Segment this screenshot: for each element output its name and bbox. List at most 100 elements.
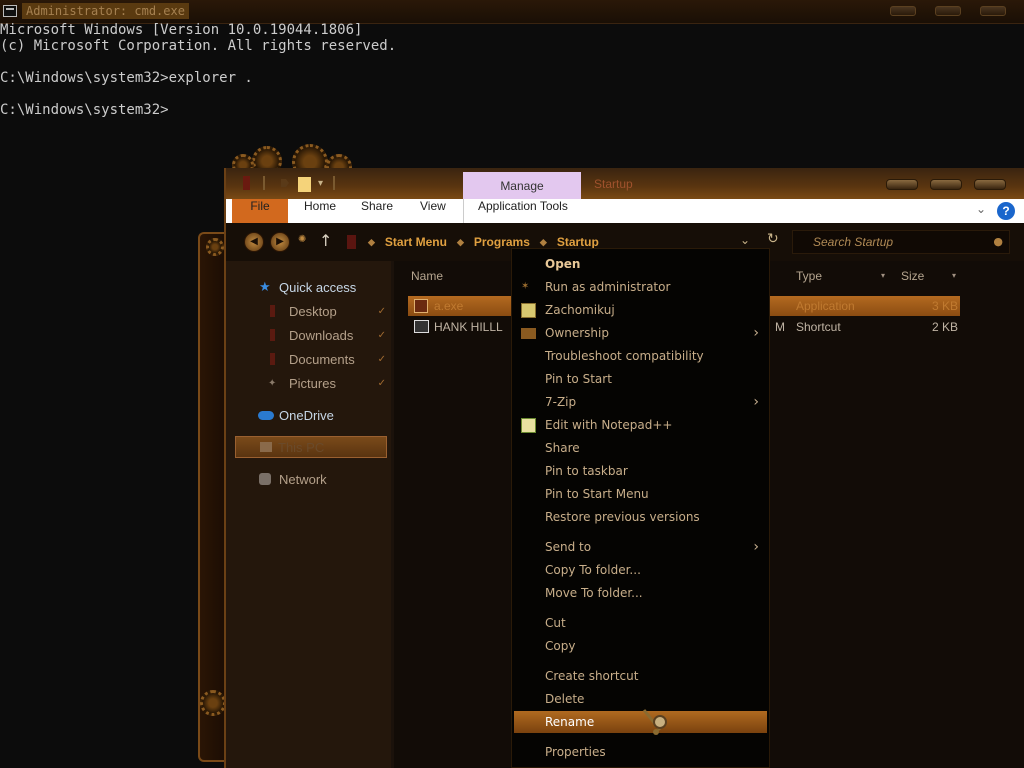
address-dropdown-icon[interactable]: ⌄ — [740, 233, 750, 247]
menu-item-pin-to-taskbar[interactable]: Pin to taskbar — [512, 460, 769, 482]
menu-item-label: Edit with Notepad++ — [545, 418, 673, 432]
up-arrow-icon[interactable]: ↑ — [319, 231, 332, 250]
new-folder-icon[interactable] — [280, 176, 290, 190]
menu-item-share[interactable]: Share — [512, 437, 769, 459]
console-line: C:\Windows\system32> — [0, 102, 169, 118]
navigation-pane: ★ Quick access Desktop ✓ Downloads ✓ Doc… — [226, 261, 391, 768]
breadcrumb-separator-icon[interactable]: ◆ — [540, 237, 547, 248]
nav-label: Downloads — [289, 327, 354, 343]
file-type: Shortcut — [796, 320, 841, 334]
search-input[interactable] — [793, 231, 973, 253]
menu-item-run-as-administrator[interactable]: ✶ Run as administrator — [512, 276, 769, 298]
help-icon[interactable]: ? — [997, 202, 1015, 220]
pin-icon: ✓ — [377, 305, 386, 317]
menu-item-restore-previous-versions[interactable]: Restore previous versions — [512, 506, 769, 528]
nav-this-pc[interactable]: This PC — [235, 436, 387, 458]
qat-dropdown-icon[interactable]: ▾ — [318, 178, 323, 189]
pictures-icon: ✦ — [268, 377, 277, 389]
menu-item-create-shortcut[interactable]: Create shortcut — [512, 665, 769, 687]
menu-item-zachomikuj[interactable]: Zachomikuj — [512, 299, 769, 321]
chevron-down-icon[interactable]: ▾ — [881, 265, 885, 287]
nav-downloads[interactable]: Downloads ✓ — [236, 324, 388, 346]
breadcrumb-startup[interactable]: Startup — [557, 235, 599, 249]
tab-share[interactable]: Share — [351, 199, 403, 223]
breadcrumb-programs[interactable]: Programs — [474, 235, 530, 249]
cmd-window-title: Administrator: cmd.exe — [22, 3, 189, 19]
search-icon[interactable]: ● — [993, 235, 1003, 248]
minimize-button[interactable] — [886, 179, 918, 190]
chevron-right-icon: › — [753, 539, 759, 555]
nav-onedrive[interactable]: OneDrive — [236, 404, 388, 426]
menu-item-pin-to-start-menu[interactable]: Pin to Start Menu — [512, 483, 769, 505]
computer-icon — [260, 442, 272, 452]
menu-item-delete[interactable]: Delete — [512, 688, 769, 710]
nav-quick-access[interactable]: ★ Quick access — [236, 276, 388, 298]
nav-label: Documents — [289, 351, 355, 367]
nav-label: This PC — [278, 439, 325, 455]
refresh-icon[interactable]: ↻ — [767, 231, 779, 247]
nav-label: Desktop — [289, 303, 337, 319]
menu-item-move-to-folder[interactable]: Move To folder... — [512, 582, 769, 604]
folder-icon[interactable] — [298, 176, 312, 192]
close-button[interactable] — [974, 179, 1006, 190]
tab-file[interactable]: File — [232, 199, 288, 223]
pin-icon: ✓ — [377, 353, 386, 365]
column-header-type[interactable]: Type — [796, 265, 822, 287]
column-header-name[interactable]: Name — [411, 265, 443, 287]
file-name: a.exe — [434, 299, 464, 313]
menu-item-send-to[interactable]: Send to › — [512, 536, 769, 558]
nav-pictures[interactable]: ✦ Pictures ✓ — [236, 372, 388, 394]
menu-item-label: Run as administrator — [545, 280, 671, 294]
properties-icon[interactable] — [242, 176, 252, 190]
window-title: Startup — [594, 177, 633, 191]
pin-icon: ✓ — [377, 329, 386, 341]
menu-item-copy-to-folder[interactable]: Copy To folder... — [512, 559, 769, 581]
nav-desktop[interactable]: Desktop ✓ — [236, 300, 388, 322]
nav-network[interactable]: Network — [236, 468, 388, 490]
forward-button[interactable]: ▶ — [270, 232, 290, 252]
chevron-down-icon[interactable]: ▾ — [952, 265, 956, 287]
minimize-button[interactable] — [890, 6, 916, 16]
cmd-console-output[interactable]: Microsoft Windows [Version 10.0.19044.18… — [0, 22, 396, 118]
tab-manage[interactable]: Manage — [463, 172, 581, 200]
network-icon — [259, 473, 271, 485]
recent-locations-icon[interactable]: ✺ — [298, 234, 306, 245]
documents-icon — [270, 353, 275, 365]
maximize-button[interactable] — [935, 6, 961, 16]
file-date: M — [775, 320, 785, 334]
tab-application-tools[interactable]: Application Tools — [468, 199, 578, 223]
menu-item-ownership[interactable]: Ownership › — [512, 322, 769, 344]
menu-item-properties[interactable]: Properties — [512, 741, 769, 763]
zachomikuj-icon — [521, 303, 536, 318]
explorer-titlebar[interactable]: ▾ Manage Startup — [226, 168, 1024, 200]
console-line: (c) Microsoft Corporation. All rights re… — [0, 38, 397, 54]
gear-icon — [200, 690, 226, 716]
menu-item-troubleshoot-compatibility[interactable]: Troubleshoot compatibility — [512, 345, 769, 367]
gear-icon — [206, 238, 224, 256]
nav-label: Network — [279, 471, 327, 487]
expand-ribbon-icon[interactable]: ⌄ — [976, 202, 986, 216]
breadcrumb-separator-icon[interactable]: ◆ — [368, 237, 375, 248]
menu-item-pin-to-start[interactable]: Pin to Start — [512, 368, 769, 390]
menu-item-cut[interactable]: Cut — [512, 612, 769, 634]
nav-label: Pictures — [289, 375, 336, 391]
menu-item-open[interactable]: Open — [512, 253, 769, 275]
close-button[interactable] — [980, 6, 1006, 16]
separator-icon — [263, 176, 265, 190]
nav-documents[interactable]: Documents ✓ — [236, 348, 388, 370]
file-size: 2 KB — [932, 320, 959, 334]
cmd-titlebar[interactable]: Administrator: cmd.exe — [0, 0, 1024, 24]
column-header-size[interactable]: Size — [901, 265, 924, 287]
back-button[interactable]: ◀ — [244, 232, 264, 252]
mouse-cursor-icon — [642, 709, 667, 735]
folder-path-icon — [347, 235, 356, 249]
breadcrumb-separator-icon[interactable]: ◆ — [457, 237, 464, 248]
menu-item-rename[interactable]: Rename — [514, 711, 767, 733]
menu-item-copy[interactable]: Copy — [512, 635, 769, 657]
maximize-button[interactable] — [930, 179, 962, 190]
menu-item-edit-with-notepad-plus-plus[interactable]: Edit with Notepad++ — [512, 414, 769, 436]
tab-view[interactable]: View — [410, 199, 456, 223]
tab-home[interactable]: Home — [294, 199, 346, 223]
breadcrumb-start-menu[interactable]: Start Menu — [385, 235, 447, 249]
menu-item-7zip[interactable]: 7-Zip › — [512, 391, 769, 413]
